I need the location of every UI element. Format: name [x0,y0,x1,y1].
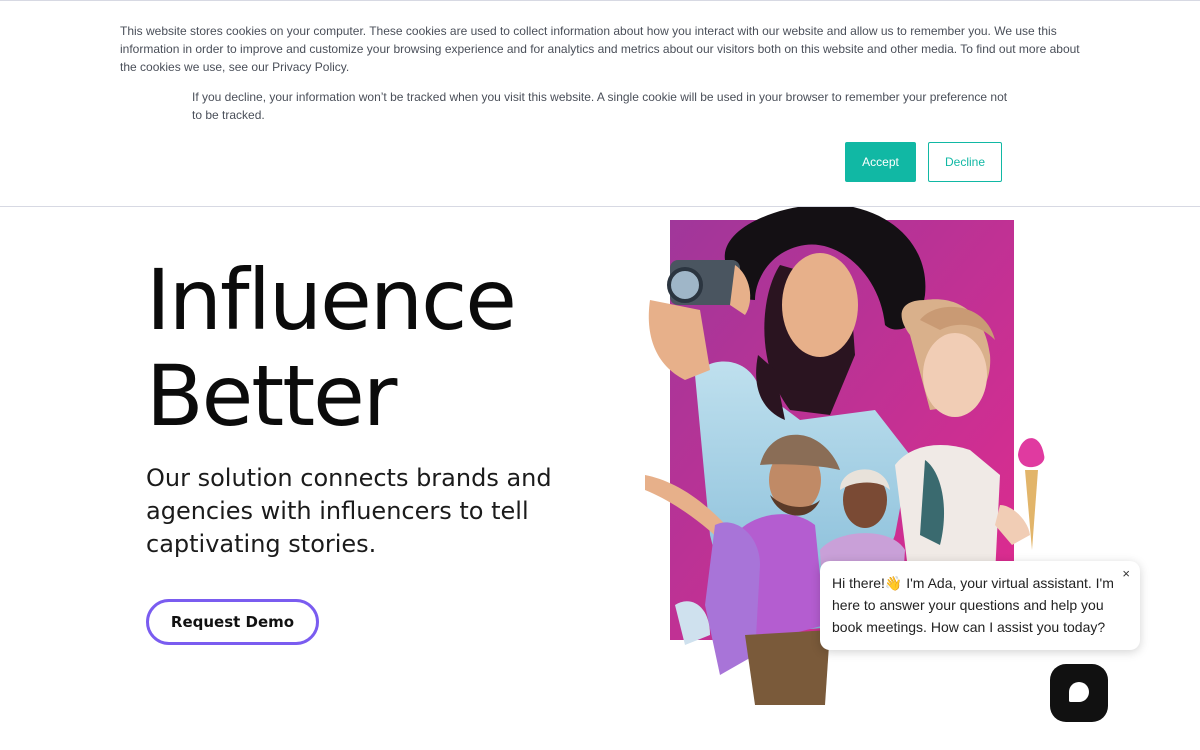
woman-right-face [923,333,987,417]
chat-bubble-icon [1069,682,1089,702]
hero-title: Influence Better [146,252,626,444]
chat-launcher-button[interactable] [1050,664,1108,722]
chat-greeting-bubble: × Hi there!👋 I'm Ada, your virtual assis… [820,561,1140,650]
close-icon[interactable]: × [1122,566,1130,582]
hero-title-line-2: Better [146,347,397,445]
hero-title-line-1: Influence [146,251,517,349]
cookie-decline-info-text: If you decline, your information won’t b… [192,90,1008,122]
cookie-policy-text: This website stores cookies on your comp… [120,24,1080,74]
woman-face [782,253,858,357]
hero-subtitle: Our solution connects brands and agencie… [146,464,552,558]
page: This website stores cookies on your comp… [0,0,1200,750]
ice-cream-cone [1025,470,1038,550]
decline-cookies-button[interactable]: Decline [928,142,1002,182]
accept-cookies-button[interactable]: Accept [845,142,916,182]
request-demo-button[interactable]: Request Demo [146,599,319,645]
chat-greeting-message: Hi there!👋 I'm Ada, your virtual assista… [832,575,1114,635]
cookie-consent-banner: This website stores cookies on your comp… [0,0,1200,207]
